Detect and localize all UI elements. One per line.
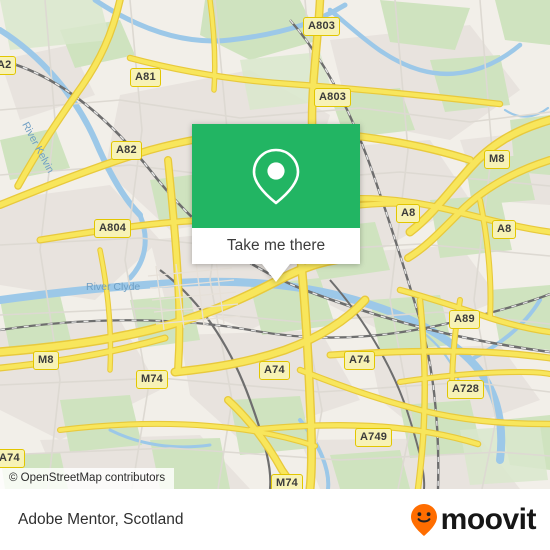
road-shield: A74 <box>344 351 375 370</box>
page-footer: Adobe Mentor, Scotland moovit <box>0 489 550 550</box>
road-shield: A74 <box>0 449 25 468</box>
road-shield: A804 <box>94 219 132 238</box>
road-shield: A749 <box>355 428 393 447</box>
moovit-wordmark: moovit <box>440 502 537 536</box>
road-shield: A728 <box>447 380 485 399</box>
road-shield: A74 <box>259 361 290 380</box>
page-title: Adobe Mentor, Scotland <box>18 510 184 528</box>
road-shield: M74 <box>271 474 303 489</box>
river-label-clyde: River Clyde <box>86 281 141 293</box>
map-pin-icon <box>252 148 300 205</box>
road-shield: A81 <box>130 68 161 87</box>
road-shield: A2 <box>0 56 17 75</box>
take-me-there-button[interactable]: Take me there <box>192 228 360 264</box>
moovit-logo[interactable]: moovit <box>409 502 537 537</box>
callout-tail <box>262 264 290 282</box>
road-shield: M74 <box>136 370 168 389</box>
road-shield: A89 <box>449 310 480 329</box>
callout-icon-panel <box>192 124 360 228</box>
map-attribution[interactable]: © OpenStreetMap contributors <box>0 468 175 489</box>
moovit-map-page: A803 A803 A81 A82 A2 M8 A8 A8 A804 A89 M… <box>0 0 550 550</box>
road-shield: M8 <box>33 351 59 370</box>
road-shield: A82 <box>111 141 142 160</box>
moovit-smiley-pin-icon <box>410 503 437 536</box>
road-shield: A8 <box>492 220 517 239</box>
road-shield: A803 <box>314 88 352 107</box>
location-callout[interactable]: Take me there <box>192 124 360 282</box>
road-shield: A8 <box>396 204 421 223</box>
road-shield: M8 <box>484 150 510 169</box>
road-shield: A803 <box>303 17 341 36</box>
